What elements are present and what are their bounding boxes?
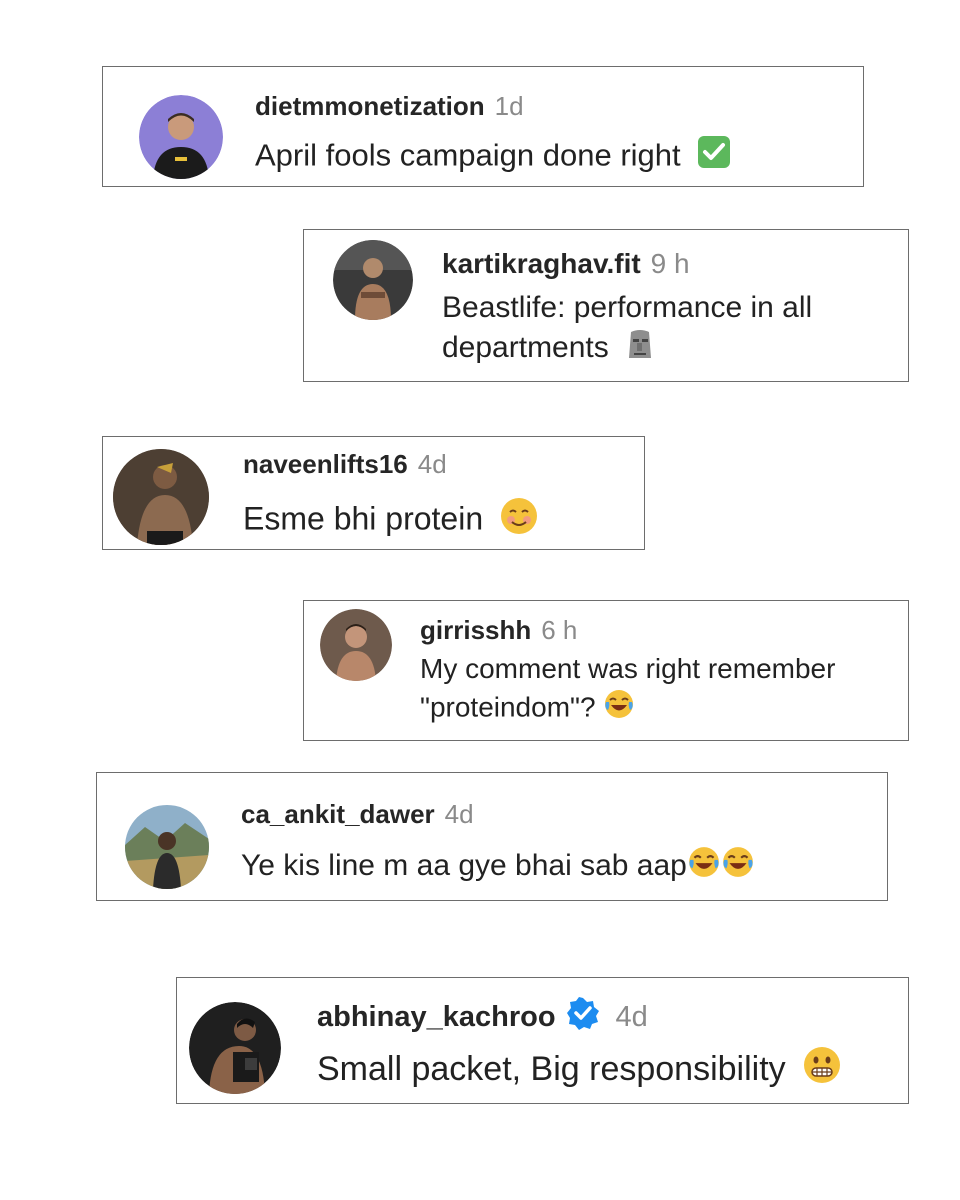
comment-text: Beastlife: performance in all department…: [442, 288, 892, 370]
username[interactable]: ca_ankit_dawer: [241, 799, 435, 830]
smiling-face-icon: [500, 497, 538, 545]
comment-body: Small packet, Big responsibility: [317, 1049, 786, 1088]
grimacing-face-icon: [803, 1046, 841, 1096]
comment-card: kartikraghav.fit 9 h Beastlife: performa…: [303, 229, 909, 382]
comment-body-line-2: departments: [442, 330, 609, 364]
tears-of-joy-icon: [721, 845, 755, 890]
comment-text: Ye kis line m aa gye bhai sab aap: [241, 845, 755, 890]
avatar[interactable]: [189, 1002, 281, 1094]
avatar[interactable]: [333, 240, 413, 320]
comment-body: Esme bhi protein: [243, 500, 484, 537]
username[interactable]: dietmmonetization: [255, 91, 485, 122]
avatar[interactable]: [113, 449, 209, 545]
timestamp: 1d: [494, 91, 524, 121]
comment-body-line-1: My comment was right remember: [420, 653, 836, 684]
comment-body-line-1: Beastlife: performance in all: [442, 291, 813, 324]
timestamp: 9 h: [650, 248, 690, 279]
comment-meta: dietmmonetization 1d: [255, 91, 524, 122]
comment-body: April fools campaign done right: [255, 137, 681, 173]
comment-card: ca_ankit_dawer 4d Ye kis line m aa gye b…: [96, 772, 888, 901]
comment-meta: girrisshh 6 h: [420, 615, 577, 646]
username[interactable]: girrisshh: [420, 615, 531, 646]
comment-text: My comment was right remember "proteindo…: [420, 651, 900, 730]
comment-card: girrisshh 6 h My comment was right remem…: [303, 600, 909, 741]
comment-meta: abhinay_kachroo 4d: [317, 996, 648, 1038]
comment-meta: kartikraghav.fit 9 h: [442, 248, 690, 280]
comment-card: dietmmonetization 1d April fools campaig…: [102, 66, 864, 187]
verified-badge-icon: [566, 996, 600, 1038]
comment-card: abhinay_kachroo 4d Small packet, Big res…: [176, 977, 909, 1104]
tears-of-joy-icon: [603, 688, 635, 730]
comment-text: Esme bhi protein: [243, 497, 538, 545]
comment-text: April fools campaign done right: [255, 135, 731, 180]
username[interactable]: kartikraghav.fit: [442, 248, 641, 280]
timestamp: 4d: [444, 799, 474, 829]
username[interactable]: abhinay_kachroo: [317, 1001, 556, 1034]
avatar[interactable]: [139, 95, 223, 179]
check-mark-button-icon: [697, 135, 731, 180]
comment-text: Small packet, Big responsibility: [317, 1046, 841, 1096]
timestamp: 6 h: [541, 615, 578, 645]
comment-meta: ca_ankit_dawer 4d: [241, 799, 474, 830]
moai-icon: [625, 328, 655, 371]
avatar[interactable]: [125, 805, 209, 889]
comment-meta: naveenlifts16 4d: [243, 449, 447, 480]
comment-card: naveenlifts16 4d Esme bhi protein: [102, 436, 645, 550]
timestamp: 4d: [615, 1000, 648, 1033]
tears-of-joy-icon: [687, 845, 721, 890]
timestamp: 4d: [417, 449, 447, 479]
avatar[interactable]: [320, 609, 392, 681]
username[interactable]: naveenlifts16: [243, 449, 408, 480]
comment-body: Ye kis line m aa gye bhai sab aap: [241, 849, 687, 883]
comment-body-line-2: "proteindom"?: [420, 691, 596, 723]
